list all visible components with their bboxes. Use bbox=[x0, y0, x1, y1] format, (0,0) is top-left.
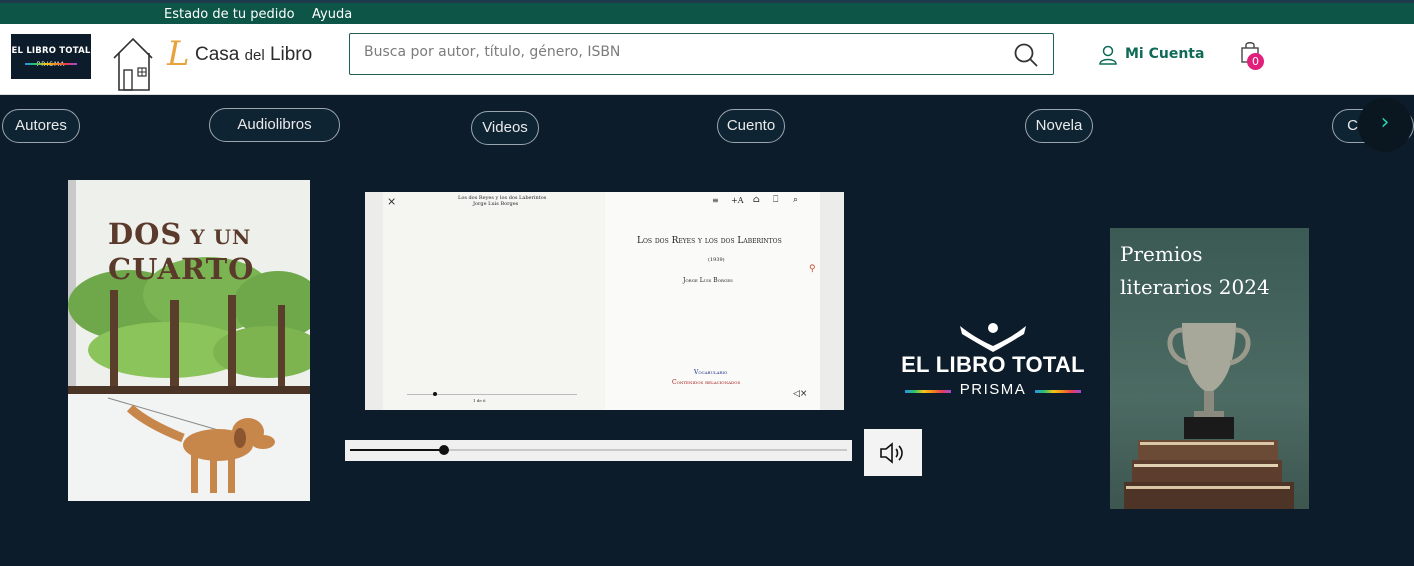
volume-button[interactable] bbox=[864, 429, 922, 476]
page-number: 1 de 6 bbox=[473, 398, 486, 403]
book-title: Los dos Reyes y los dos Laberintos bbox=[637, 236, 782, 246]
book-author: Jorge Luis Borges bbox=[683, 277, 733, 284]
premios-literarios-card[interactable]: Premios literarios 2024 bbox=[1110, 228, 1309, 509]
logo-text-libro: Libro bbox=[264, 44, 313, 65]
account-label: Mi Cuenta bbox=[1125, 46, 1205, 62]
chevron-right-icon: › bbox=[1380, 110, 1390, 135]
audio-progress-knob[interactable] bbox=[439, 445, 450, 455]
el-libro-total-prisma-logo[interactable]: EL LIBRO TOTAL PRISMA bbox=[895, 322, 1091, 402]
logo-mark: L bbox=[167, 34, 190, 74]
cover-title: DOS Y UN CUARTO bbox=[108, 218, 254, 285]
bookmark-icon[interactable]: ⎕ bbox=[773, 195, 778, 205]
rainbow-line-right bbox=[1035, 390, 1081, 393]
home-icon[interactable]: ⌂ bbox=[753, 195, 760, 205]
map-pin-icon[interactable]: ⚲ bbox=[809, 264, 816, 274]
cart-button[interactable]: 0 bbox=[1240, 41, 1264, 70]
order-status-link[interactable]: Estado de tu pedido bbox=[164, 7, 295, 22]
page-scrubber-knob[interactable] bbox=[433, 392, 437, 396]
cover-title-line1: DOS bbox=[108, 217, 183, 251]
prisma-line1: EL LIBRO TOTAL bbox=[901, 352, 1085, 377]
category-videos[interactable]: Videos bbox=[471, 111, 539, 145]
user-icon bbox=[1099, 45, 1117, 65]
top-utility-bar: Estado de tu pedido Ayuda bbox=[0, 0, 1414, 24]
font-size-icon[interactable]: +A bbox=[731, 196, 743, 205]
cart-count-badge: 0 bbox=[1247, 53, 1264, 70]
book-year: (1939) bbox=[708, 257, 725, 263]
category-audiolibros[interactable]: Audiolibros bbox=[209, 108, 340, 142]
speaker-icon bbox=[880, 442, 903, 464]
search-input[interactable] bbox=[364, 44, 984, 60]
category-novela[interactable]: Novela bbox=[1025, 109, 1093, 143]
audio-progress-fill bbox=[350, 449, 445, 451]
category-cuento[interactable]: Cuento bbox=[717, 109, 785, 143]
search-icon[interactable] bbox=[1013, 42, 1039, 68]
reader-figure-icon bbox=[960, 323, 1026, 352]
book-viewer[interactable]: × Los dos Reyes y los dos Laberintos Jor… bbox=[365, 192, 844, 410]
close-icon[interactable]: × bbox=[387, 195, 396, 208]
cover-title-line2: CUARTO bbox=[108, 252, 255, 286]
book-cover-dos-y-un-cuarto[interactable]: DOS Y UN CUARTO bbox=[68, 180, 310, 501]
right-page bbox=[605, 192, 820, 410]
house-icon[interactable] bbox=[112, 36, 154, 92]
el-libro-total-logo[interactable]: EL LIBRO TOTAL PRISMA bbox=[11, 34, 91, 79]
cover-title-small: Y UN bbox=[182, 225, 252, 249]
zoom-icon[interactable]: ⌕ bbox=[793, 195, 798, 205]
vocabulary-link[interactable]: Vocabulario bbox=[694, 369, 727, 376]
related-content-link[interactable]: Contenidos relacionados bbox=[672, 379, 740, 386]
logo-text-casa: Casa bbox=[195, 44, 245, 65]
trophy-on-books-illustration bbox=[1124, 323, 1294, 509]
menu-icon[interactable]: ≡ bbox=[712, 196, 719, 205]
logo-text: Casa del Libro bbox=[195, 44, 312, 66]
category-autores[interactable]: Autores bbox=[2, 109, 80, 143]
left-page bbox=[383, 192, 605, 410]
mute-icon[interactable]: ◁× bbox=[793, 389, 807, 399]
carousel-next-button[interactable]: › bbox=[1358, 98, 1412, 152]
viewer-header-author: Jorge Luis Borges bbox=[473, 201, 519, 207]
audio-progress-bar[interactable] bbox=[345, 440, 852, 461]
search-box bbox=[349, 33, 1054, 75]
badge-line1: EL LIBRO TOTAL bbox=[11, 46, 91, 56]
site-header: EL LIBRO TOTAL PRISMA L Casa del Libro M… bbox=[0, 24, 1414, 95]
rainbow-stripe bbox=[25, 63, 77, 65]
help-link[interactable]: Ayuda bbox=[312, 7, 352, 22]
logo-text-del: del bbox=[244, 47, 265, 64]
